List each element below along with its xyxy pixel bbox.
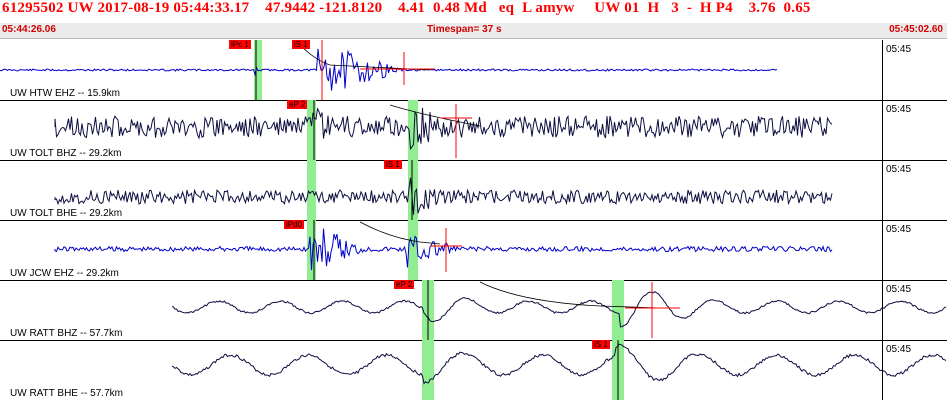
pick-label[interactable]: eP 2 <box>287 100 308 109</box>
station-label: UW RATT BHE -- 57.7km <box>10 388 123 399</box>
event-header: 61295502 UW 2017-08-19 05:44:33.17 47.94… <box>0 0 947 40</box>
event-summary: 61295502 UW 2017-08-19 05:44:33.17 47.94… <box>2 0 811 16</box>
pick-label[interactable]: iS 1 <box>384 160 402 169</box>
trace-panel-ratt-bhz[interactable]: eP 2 UW RATT BHZ -- 57.7km 05:45 <box>0 280 947 341</box>
time-marker-line <box>882 40 883 400</box>
station-label: UW HTW EHZ -- 15.9km <box>10 88 120 99</box>
station-label: UW TOLT BHZ -- 29.2km <box>10 148 122 159</box>
trace-panel-jcw-ehz[interactable]: iPd0 UW JCW EHZ -- 29.2km 05:45 <box>0 220 947 281</box>
time-label: 05:45 <box>886 104 912 115</box>
station-label: UW RATT BHZ -- 57.7km <box>10 328 123 339</box>
trace-panel-ratt-bhe[interactable]: iS 1 UW RATT BHE -- 57.7km 05:45 <box>0 340 947 400</box>
start-time: 05:44:26.06 <box>2 24 56 35</box>
time-label: 05:45 <box>886 284 912 295</box>
trace-panel-tolt-bhe[interactable]: iS 1 UW TOLT BHE -- 29.2km 05:45 <box>0 160 947 221</box>
waveform-htw-ehz <box>0 40 778 100</box>
time-label: 05:45 <box>886 44 912 55</box>
end-time: 05:45:02.60 <box>889 24 943 35</box>
station-label: UW TOLT BHE -- 29.2km <box>10 208 123 219</box>
pick-label[interactable]: iPc 1 <box>229 40 251 49</box>
trace-panel-tolt-bhz[interactable]: eP 2 UW TOLT BHZ -- 29.2km 05:45 <box>0 100 947 161</box>
pick-label[interactable]: iS 1 <box>592 340 610 349</box>
pick-label[interactable]: eP 2 <box>394 280 415 289</box>
waveform-tolt-bhe <box>54 160 833 220</box>
timespan: Timespan= 37 s <box>427 24 502 35</box>
waveform-tolt-bhz <box>54 100 833 160</box>
time-label: 05:45 <box>886 344 912 355</box>
waveform-ratt-bhz <box>171 280 947 340</box>
pick-label[interactable]: iPd0 <box>284 220 305 229</box>
waveform-ratt-bhe <box>171 340 947 400</box>
trace-panel-htw-ehz[interactable]: iPc 1 iS 1 UW HTW EHZ -- 15.9km 05:45 <box>0 40 947 101</box>
time-axis-bar: 05:44:26.06 Timespan= 37 s 05:45:02.60 <box>0 23 947 39</box>
station-label: UW JCW EHZ -- 29.2km <box>10 268 119 279</box>
time-label: 05:45 <box>886 224 912 235</box>
time-label: 05:45 <box>886 164 912 175</box>
pick-label[interactable]: iS 1 <box>292 40 310 49</box>
waveform-jcw-ehz <box>54 220 833 280</box>
